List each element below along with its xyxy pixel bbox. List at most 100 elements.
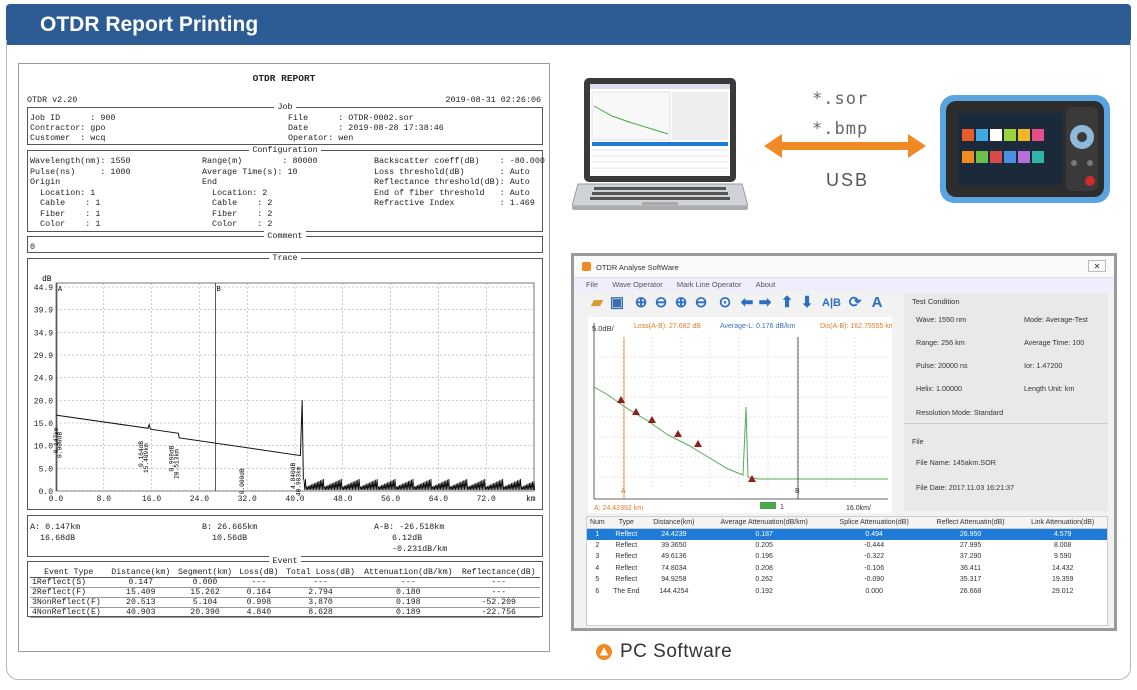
table-cell: 1 (587, 528, 608, 540)
column-header[interactable]: Link Attenuation(dB) (1018, 517, 1107, 529)
table-row: 1Reflect(S) 0.147 0.000 --- --- --- --- (30, 577, 540, 588)
trace-chart: 44.9 39.9 34.9 29.9 24.9 20.0 15.0 10.0 5.0 0.0 0.… (34, 275, 536, 504)
config-line: Location: 2 (202, 187, 268, 198)
job-file: File : OTDR-0002.sor (288, 113, 414, 123)
file-date: File Date: 2017.11.03 16:21:37 (916, 483, 1015, 492)
y-unit-label: 5.0dB/ (592, 324, 615, 333)
column-header[interactable]: Num (587, 517, 608, 529)
event-header: Attenuation(dB/km) (359, 568, 458, 578)
menu-file[interactable]: File (586, 280, 598, 289)
config-line: Fiber : 1 (30, 208, 101, 219)
x-tick-label: 64.0 (429, 495, 448, 504)
menu-wave-operator[interactable]: Wave Operator (612, 280, 663, 289)
trace-index: 1 (780, 504, 784, 511)
table-cell: 2Reflect(F) (30, 587, 108, 598)
event-header: Event Type (30, 568, 108, 578)
event-table: Event Type Distance(km) Segment(km) Loss(dB… (30, 568, 540, 618)
column-header[interactable]: Splice Attenuation(dB) (825, 517, 923, 529)
table-cell: 4 (595, 564, 600, 572)
table-cell: 0.494 (825, 528, 923, 540)
menu-mark-line-operator[interactable]: Mark Line Operator (677, 280, 742, 289)
usb-label: USB (826, 170, 870, 190)
table-cell: Reflect (615, 553, 638, 561)
event-header: Segment(km) (174, 568, 236, 578)
table-row[interactable]: 1 Reflect 24.4239 0.187 0.494 26.950 4.579 (587, 528, 1107, 540)
menu-about[interactable]: About (756, 280, 776, 289)
config-line: Reflectance threshold(dB): Auto (374, 177, 530, 187)
config-line: Pulse(ns) : 1000 (30, 166, 131, 177)
table-cell: 0.164 (235, 587, 282, 598)
x-tick-label: 24.0 (190, 495, 209, 504)
arrow-left-icon[interactable]: ⬅ (738, 294, 756, 312)
marker-b: B (217, 286, 221, 294)
text-icon[interactable]: A (868, 294, 886, 312)
table-cell: 26.668 (959, 587, 982, 595)
table-row: 2Reflect(F) 15.409 15.262 0.164 2.794 0.180 --… (30, 587, 540, 598)
table-cell: 49.6136 (661, 553, 687, 561)
column-header[interactable]: Distance(km) (644, 517, 703, 529)
arrow-up-icon[interactable]: ⬆ (778, 294, 796, 312)
trace-line (593, 386, 888, 480)
column-header[interactable]: Average Attenuation(dB/km) (702, 517, 826, 529)
software-trace-chart: 5.0dB/Loss(A-B): 27.682 dB Average-L: 0.1… (592, 323, 895, 512)
job-id: Job ID : 900 (30, 113, 116, 123)
refresh-icon[interactable]: ⟳ (846, 294, 864, 312)
otdr-report: OTDR REPORT OTDR v2.20 2019-08-31 02:26:… (18, 63, 550, 652)
arrow-down-icon[interactable]: ⬇ (798, 294, 816, 312)
config-line: End (202, 177, 218, 187)
table-cell: -22.756 (457, 607, 540, 618)
table-cell: --- (281, 577, 360, 588)
table-cell: 8.008 (1053, 541, 1072, 549)
table-cell: 3 (595, 553, 600, 561)
event-marker (632, 408, 640, 415)
table-cell: 0.205 (755, 541, 773, 549)
column-header[interactable]: Reflect Attenuatin(dB) (922, 517, 1019, 529)
zoom-out-icon[interactable]: ⊖ (652, 294, 670, 312)
column-header[interactable]: Type (607, 517, 645, 529)
event-label: 0.000dB (56, 432, 63, 458)
table-row[interactable]: 6 The End 144.4254 0.192 0.000 26.668 29.012 (587, 586, 1107, 598)
comment-value: 0 (30, 242, 36, 252)
table-cell: -0.444 (864, 541, 885, 549)
config-line: Range(m) : 80000 (202, 156, 318, 166)
table-cell: 4.840 (235, 607, 282, 618)
zoom-y-icon[interactable]: ⊖ (692, 294, 710, 312)
x-unit-label: 16.0km/ (846, 505, 871, 512)
ab-marker-icon[interactable]: A|B (822, 294, 841, 312)
panel-divider (904, 423, 1108, 424)
test-range: Range: 256 km (916, 338, 965, 347)
table-row[interactable]: 2 Reflect 39.3650 0.205 -0.444 27.995 8.008 (587, 540, 1107, 552)
table-cell: 0.189 (359, 607, 458, 618)
table-cell: --- (359, 577, 458, 588)
open-folder-icon[interactable]: ▰ (588, 294, 606, 312)
table-row[interactable]: 4 Reflect 74.8034 0.208 -0.106 36.411 14.432 (587, 563, 1107, 575)
app-icon (582, 262, 591, 271)
zoom-reset-icon[interactable]: ⊙ (716, 294, 734, 312)
software-graph: 5.0dB/Loss(A-B): 27.682 dB Average-L: 0.1… (588, 317, 895, 513)
double-arrow-icon (764, 134, 926, 158)
close-icon[interactable]: ✕ (1088, 260, 1106, 272)
y-unit-label: dB (42, 275, 52, 284)
ab-b: B: 26.665km (202, 522, 258, 532)
table-row[interactable]: 5 Reflect 94.9258 0.262 -0.090 35.317 19.359 (587, 574, 1107, 586)
table-row[interactable]: 3 Reflect 49.6136 0.196 -0.322 37.290 9.590 (587, 551, 1107, 563)
job-contractor: Contractor: gpo (30, 123, 106, 133)
table-cell: 6 (595, 587, 600, 595)
config-line: Fiber : 2 (202, 208, 273, 219)
save-icon[interactable]: ▣ (608, 294, 626, 312)
table-cell: 4NonReflect(E) (30, 607, 108, 618)
config-line: Loss threshold(dB) : Auto (374, 166, 530, 177)
software-window: OTDR Analyse SoftWare ✕ File Wave Operat… (571, 253, 1117, 631)
table-cell: 5 (595, 576, 600, 584)
config-line: Origin (30, 177, 61, 187)
zoom-in-icon[interactable]: ⊕ (632, 294, 650, 312)
arrow-right-icon[interactable]: ➡ (756, 294, 774, 312)
x-unit-label: km (526, 495, 536, 504)
test-average-time: Average Time: 100 (1024, 338, 1085, 347)
ab-ab-att: -0.231dB/km (392, 544, 448, 554)
table-cell: --- (457, 577, 540, 588)
zoom-x-icon[interactable]: ⊕ (672, 294, 690, 312)
ab-ab: A-B: -26.518km (374, 522, 445, 532)
y-tick-label: 24.9 (34, 375, 53, 384)
x-tick-label: 48.0 (333, 495, 352, 504)
